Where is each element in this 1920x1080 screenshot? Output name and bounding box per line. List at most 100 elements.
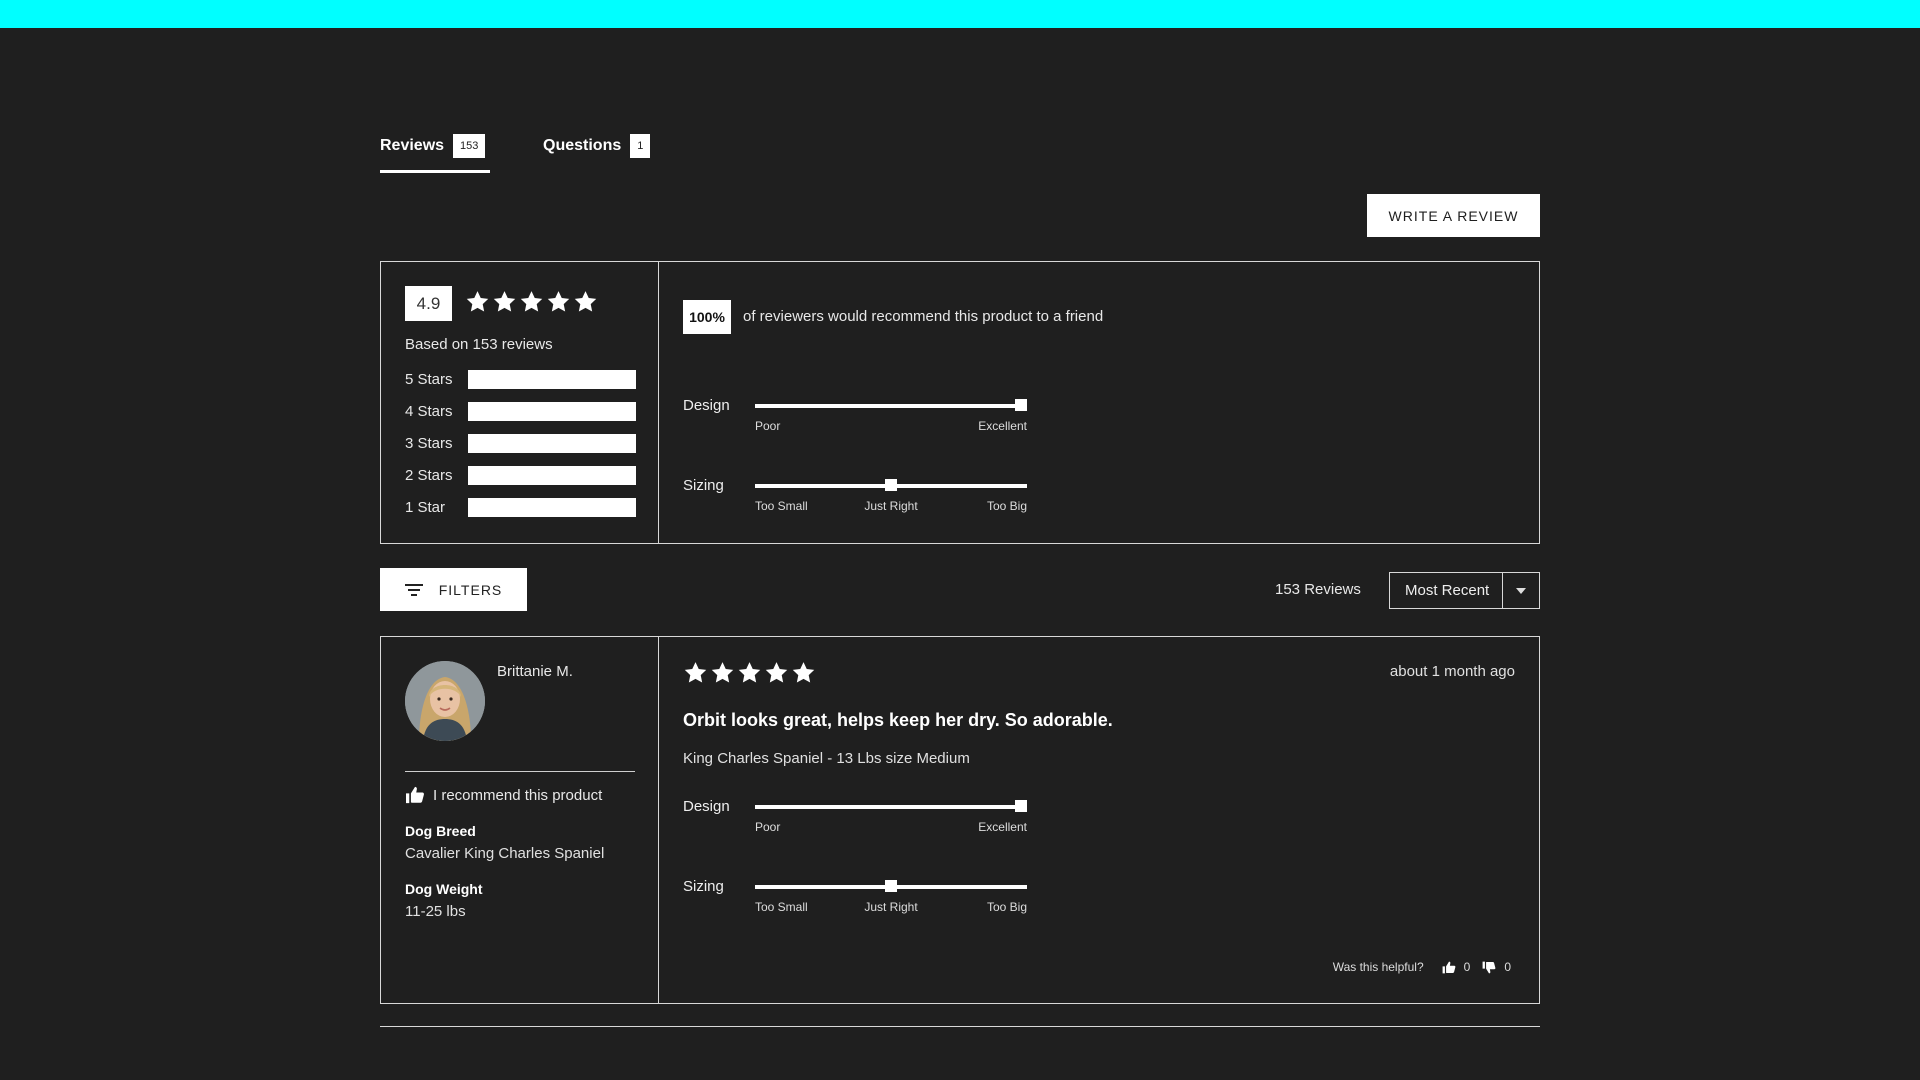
star-icon: [465, 289, 490, 314]
tab-questions-label: Questions: [543, 137, 622, 154]
rating-overview: 4.9 Based on 153 reviews 5 Stars 4 Stars…: [381, 262, 659, 543]
recommend-text: of reviewers would recommend this produc…: [743, 308, 1104, 325]
rating-summary: 4.9 Based on 153 reviews 5 Stars 4 Stars…: [380, 261, 1540, 544]
factor-sizing: Sizing Too Small Just Right Too Big: [683, 477, 1083, 537]
attribute-value: 11-25 lbs: [405, 903, 466, 920]
distribution-bar[interactable]: [468, 370, 636, 389]
factor-ticks: Too Small Just Right Too Big: [755, 499, 1027, 515]
factor-thumb: [885, 479, 897, 491]
factor-ticks: Poor Excellent: [755, 820, 1027, 836]
star-icon: [573, 289, 598, 314]
factor-thumb: [885, 880, 897, 892]
tick-label: Too Big: [986, 499, 1027, 513]
distribution-bar[interactable]: [468, 402, 636, 421]
recommend-badge: I recommend this product: [405, 786, 602, 804]
review-date: about 1 month ago: [1389, 663, 1515, 680]
star-icon: [764, 660, 789, 685]
helpful-no-count: 0: [1504, 960, 1511, 974]
rating-details: 100% of reviewers would recommend this p…: [659, 262, 1539, 543]
based-on-text: Based on 153 reviews: [405, 336, 553, 353]
distribution-bar-fill: [468, 434, 636, 453]
factor-thumb: [1015, 399, 1027, 411]
distribution-bar[interactable]: [468, 466, 636, 485]
helpful-label: Was this helpful?: [1332, 960, 1424, 974]
factor-name: Design: [683, 397, 730, 414]
tick-label: Poor: [755, 820, 781, 834]
reviewer-panel: Brittanie M. I recommend this product Do…: [381, 637, 659, 1003]
tick-label: Poor: [755, 419, 781, 433]
attribute-key: Dog Breed: [405, 823, 476, 839]
tick-label: Too Small: [755, 499, 808, 513]
attribute-dog-breed: Dog Breed Cavalier King Charles Spaniel: [405, 823, 604, 862]
chevron-down-icon: [1516, 587, 1526, 594]
distribution-label: 4 Stars: [405, 403, 453, 420]
tick-label: Excellent: [978, 820, 1027, 834]
tick-label: Too Small: [755, 900, 808, 914]
review-count: 153 Reviews: [1275, 581, 1361, 598]
factor-design: Design Poor Excellent: [683, 798, 1083, 858]
review-title: Orbit looks great, helps keep her dry. S…: [683, 710, 1113, 730]
tab-questions[interactable]: Questions 1: [543, 132, 663, 170]
thumbs-up-icon[interactable]: [1442, 961, 1456, 974]
star-icon: [710, 660, 735, 685]
star-icon: [791, 660, 816, 685]
tick-label: Just Right: [864, 900, 918, 914]
factor-track: [755, 800, 1027, 812]
factor-name: Design: [683, 798, 730, 815]
distribution-bar-fill: [468, 370, 636, 389]
average-stars: [465, 289, 598, 319]
review-stars: [683, 660, 816, 685]
thumbs-up-icon: [406, 786, 424, 804]
average-rating: 4.9: [405, 286, 452, 321]
sort-dropdown-toggle[interactable]: [1502, 573, 1539, 608]
filters-button[interactable]: FILTERS: [380, 568, 527, 611]
distribution-bar-fill: [468, 498, 636, 517]
review-content: about 1 month ago Orbit looks great, hel…: [659, 637, 1539, 1003]
helpful-yes-count: 0: [1463, 960, 1471, 974]
sort-select[interactable]: Most Recent: [1389, 572, 1540, 609]
review-card: Brittanie M. I recommend this product Do…: [380, 636, 1540, 1004]
sort-value: Most Recent: [1405, 582, 1490, 599]
distribution-label: 2 Stars: [405, 467, 453, 484]
factor-ticks: Too Small Just Right Too Big: [755, 900, 1027, 916]
filters-label: FILTERS: [438, 581, 503, 598]
distribution-row-1[interactable]: 1 Star: [405, 497, 636, 529]
factor-track: [755, 880, 1027, 892]
factor-track: [755, 399, 1027, 411]
divider: [380, 1026, 1540, 1027]
factor-sizing: Sizing Too Small Just Right Too Big: [683, 878, 1083, 938]
distribution-label: 1 Star: [405, 499, 446, 516]
distribution-row-5[interactable]: 5 Stars: [405, 369, 636, 401]
star-icon: [546, 289, 571, 314]
star-icon: [519, 289, 544, 314]
attribute-key: Dog Weight: [405, 881, 483, 897]
divider: [405, 771, 635, 772]
reviewer-name: Brittanie M.: [497, 663, 573, 680]
tab-questions-count: 1: [630, 134, 651, 158]
thumbs-down-icon[interactable]: [1482, 961, 1496, 974]
distribution-bar-fill: [468, 466, 636, 485]
distribution-row-3[interactable]: 3 Stars: [405, 433, 636, 465]
star-icon: [683, 660, 708, 685]
distribution-bar[interactable]: [468, 434, 636, 453]
tab-reviews-count: 153: [453, 134, 486, 158]
distribution-row-2[interactable]: 2 Stars: [405, 465, 636, 497]
review-tabs: Reviews 153 Questions 1: [380, 132, 980, 173]
helpful-votes: Was this helpful? 0 0: [1333, 960, 1515, 974]
write-review-button[interactable]: WRITE A REVIEW: [1367, 194, 1540, 237]
recommend-percent: 100%: [683, 300, 731, 334]
tick-label: Just Right: [864, 499, 918, 513]
tab-reviews[interactable]: Reviews 153: [380, 132, 490, 173]
attribute-value: Cavalier King Charles Spaniel: [405, 845, 605, 862]
distribution-bar[interactable]: [468, 498, 636, 517]
distribution-label: 3 Stars: [405, 435, 453, 452]
star-icon: [492, 289, 517, 314]
distribution-bar-fill: [468, 402, 636, 421]
avatar: [405, 661, 485, 741]
factor-name: Sizing: [683, 878, 724, 895]
factor-thumb: [1015, 800, 1027, 812]
distribution-row-4[interactable]: 4 Stars: [405, 401, 636, 433]
attribute-dog-weight: Dog Weight 11-25 lbs: [405, 881, 483, 920]
tick-label: Excellent: [978, 419, 1027, 433]
factor-ticks: Poor Excellent: [755, 419, 1027, 435]
